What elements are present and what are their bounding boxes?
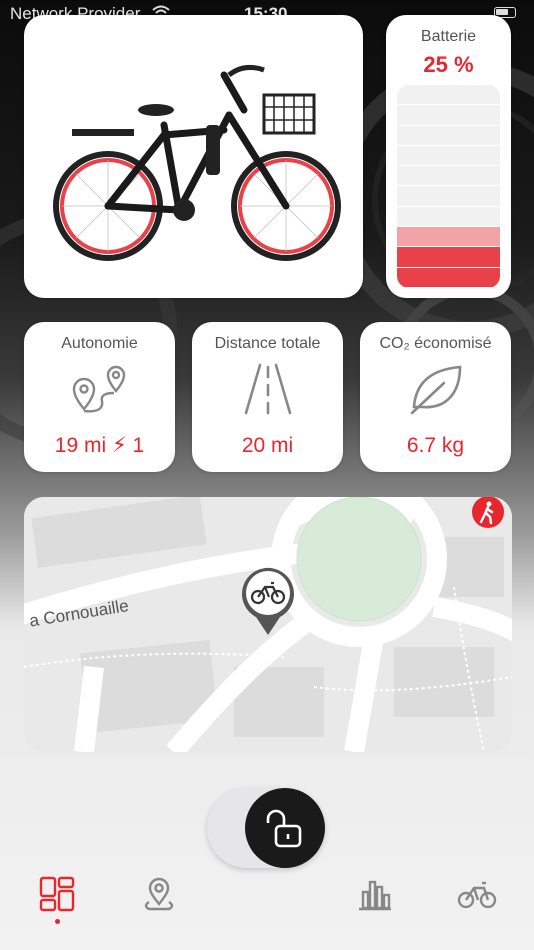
- bike-image: [53, 64, 341, 261]
- autonomy-label: Autonomie: [61, 335, 138, 352]
- battery-gauge: [397, 85, 500, 288]
- lock-toggle-knob[interactable]: [245, 788, 325, 868]
- co2-saved-value: 6.7 kg: [406, 434, 465, 457]
- bike-location-pin-icon[interactable]: [240, 565, 296, 637]
- active-tab-indicator: [55, 919, 60, 924]
- battery-gauge-segment: [397, 85, 500, 106]
- total-distance-card[interactable]: Distance totale 20 mi: [192, 322, 343, 472]
- road-icon: [244, 363, 291, 415]
- autonomy-card[interactable]: Autonomie 19 mi ⚡ 1: [24, 322, 175, 472]
- battery-label: Batterie: [420, 28, 477, 45]
- stats-icon: [359, 880, 391, 911]
- battery-gauge-segment: [397, 166, 500, 187]
- battery-value: 25 %: [423, 52, 474, 77]
- total-distance-label: Distance totale: [214, 335, 321, 352]
- dashboard-icon: [39, 876, 75, 912]
- battery-card[interactable]: Batterie 25 %: [386, 15, 511, 298]
- lock-toggle[interactable]: [207, 788, 325, 868]
- map-view[interactable]: a Cornouaille: [24, 497, 512, 752]
- pedestrian-icon[interactable]: [471, 497, 505, 529]
- tab-location[interactable]: [137, 872, 181, 916]
- co2-saved-label: CO₂ économisé: [379, 335, 492, 352]
- tab-bike[interactable]: [455, 872, 499, 916]
- tab-stats[interactable]: [353, 872, 397, 916]
- battery-gauge-segment: [397, 125, 500, 146]
- battery-gauge-segment: [397, 206, 500, 228]
- total-distance-value: 20 mi: [241, 434, 294, 457]
- padlock-open-icon: [266, 809, 302, 848]
- route-pins-icon: [72, 365, 125, 413]
- battery-gauge-segment: [397, 227, 500, 248]
- battery-gauge-segment: [397, 186, 500, 207]
- autonomy-value: 19 mi ⚡ 1: [54, 434, 145, 457]
- location-icon: [144, 877, 174, 911]
- battery-gauge-segment: [397, 247, 500, 268]
- bike-image-card[interactable]: [24, 15, 363, 298]
- co2-saved-card[interactable]: CO₂ économisé 6.7 kg: [360, 322, 511, 472]
- bike-icon: [457, 881, 497, 909]
- battery-gauge-segment: [397, 105, 500, 126]
- leaf-icon: [410, 365, 461, 415]
- battery-gauge-segment: [397, 145, 500, 167]
- tab-dashboard[interactable]: [35, 872, 79, 916]
- battery-gauge-segment: [397, 267, 500, 288]
